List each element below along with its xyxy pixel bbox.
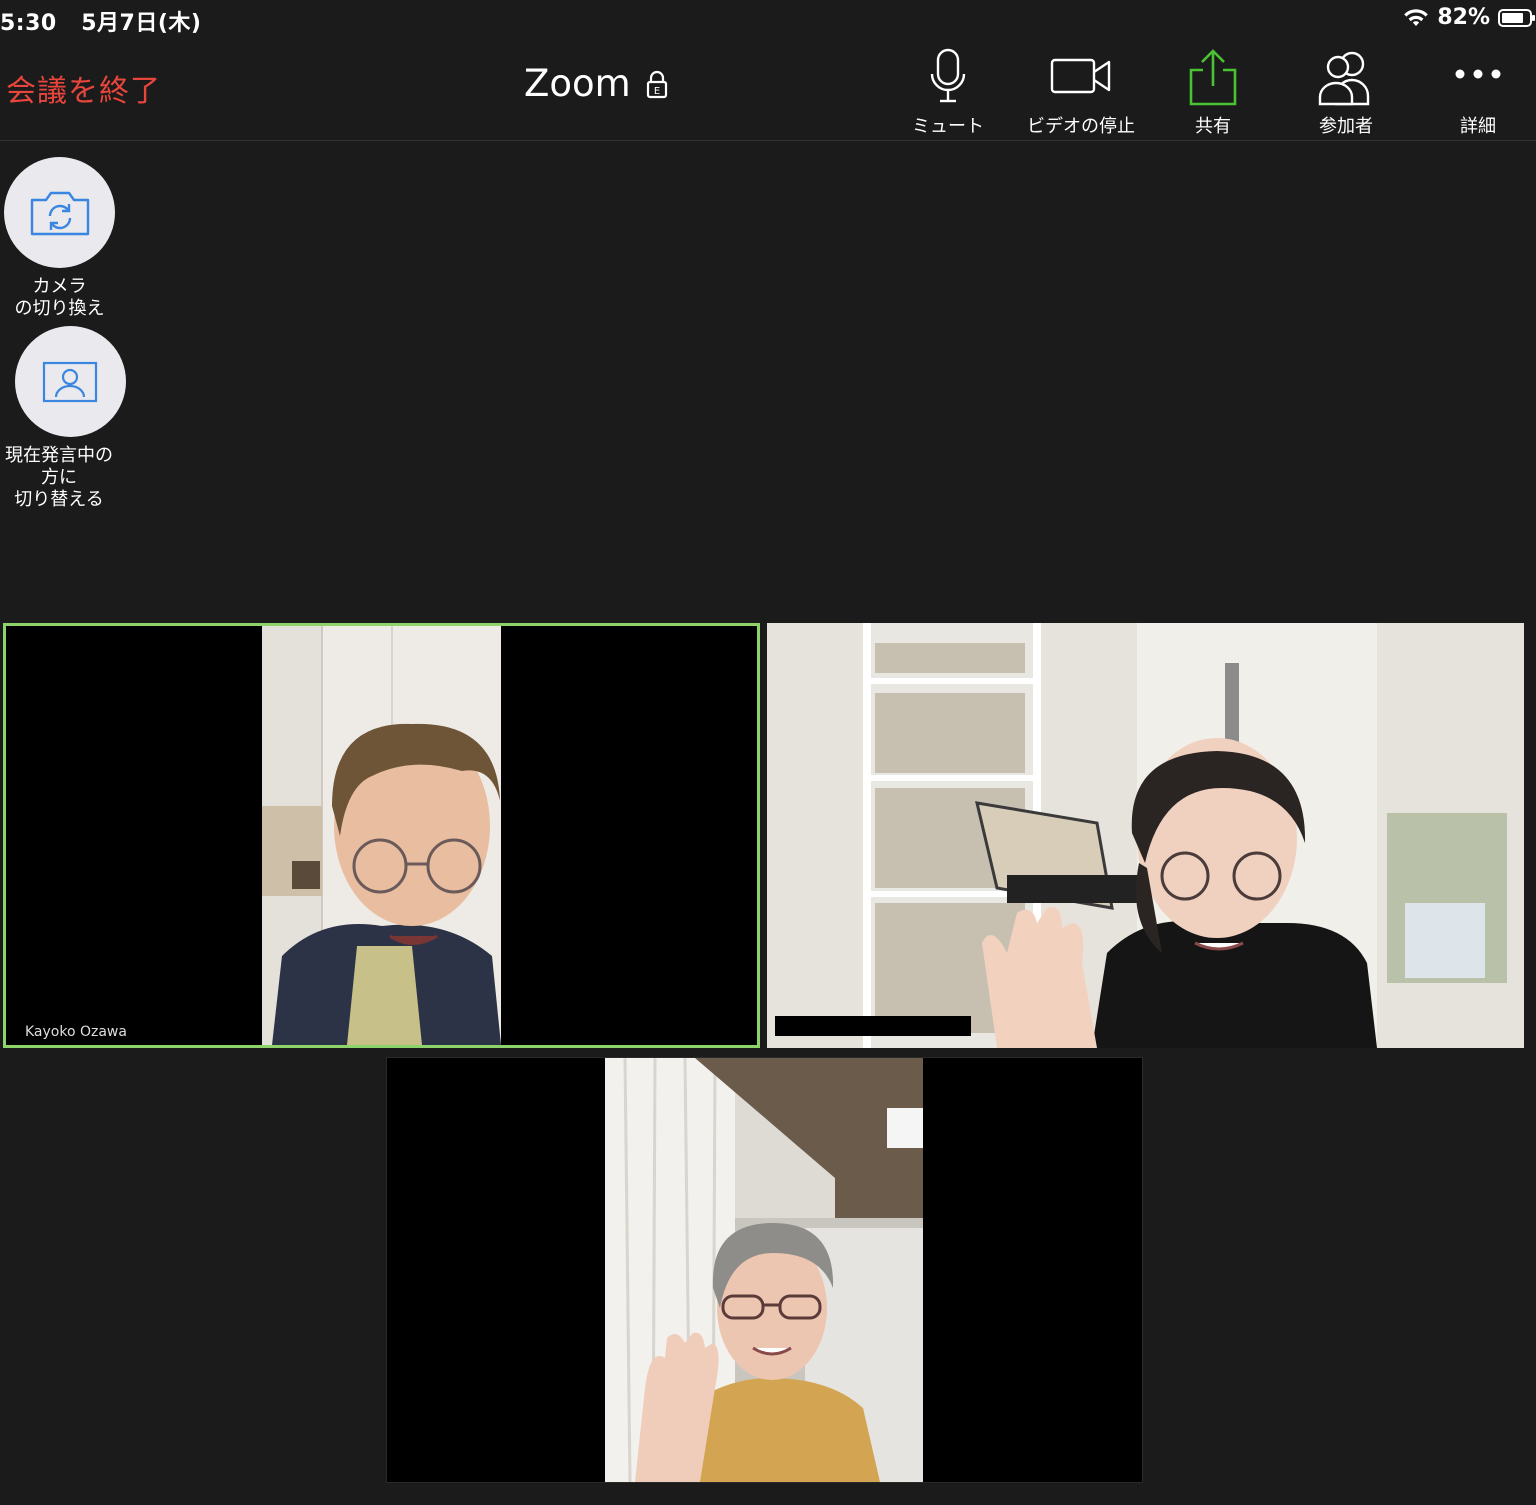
active-speaker-label: 現在発言中の 方に 切り替える [5,445,113,511]
battery-icon [1498,8,1535,27]
video-tile-1[interactable]: Kayoko Ozawa [3,623,760,1048]
status-time-date: 5:30 5月7日(木) [0,5,201,37]
status-indicators: 82% [1403,5,1535,30]
more-button[interactable]: 詳細 [1403,48,1536,138]
stop-video-label: ビデオの停止 [1027,116,1135,137]
microphone-icon [930,48,966,103]
status-date: 5月7日(木) [81,11,202,36]
switch-camera-label-line2: の切り換え [14,298,105,319]
more-label: 詳細 [1460,116,1496,137]
participants-label: 参加者 [1319,116,1373,137]
active-speaker-icon [42,361,98,402]
participant-video-3 [605,1058,923,1482]
participant-2-illustration [767,623,1524,1048]
active-speaker-label-line3: 切り替える [14,489,104,510]
switch-camera-label-line1: カメラ [32,276,87,297]
video-camera-icon [1050,58,1111,94]
status-time: 5:30 [0,11,57,36]
share-button[interactable]: 共有 [1138,48,1288,138]
active-speaker-circle [14,326,126,437]
share-icon [1189,49,1237,106]
status-bar: 5:30 5月7日(木) 82% [0,0,1536,40]
switch-camera-icon [30,191,89,235]
participant-3-illustration [605,1058,923,1482]
more-dots-icon [1455,69,1501,79]
end-meeting-button[interactable]: 会議を終了 [6,66,161,110]
participants-button[interactable]: 参加者 [1271,48,1421,138]
svg-text:E: E [654,86,660,97]
switch-camera-circle [4,157,115,268]
participant-1-illustration [262,626,501,1045]
video-tile-2[interactable] [767,623,1524,1048]
active-speaker-button[interactable]: 現在発言中の 方に 切り替える [0,326,126,511]
battery-fill [1502,12,1523,23]
wifi-icon [1404,8,1429,26]
meeting-title: Zoom [524,62,631,105]
share-label: 共有 [1195,116,1231,137]
meeting-title-group: Zoom E [524,62,669,105]
active-speaker-label-line2: 方に [41,467,77,488]
mute-button[interactable]: ミュート [873,48,1023,138]
participants-icon [1318,51,1370,106]
mute-label: ミュート [912,116,984,137]
stop-video-button[interactable]: ビデオの停止 [1006,48,1156,138]
battery-percent: 82% [1437,5,1490,30]
switch-camera-label: カメラ の切り換え [15,276,105,320]
participant-name-2-redacted [775,1016,971,1036]
switch-camera-button[interactable]: カメラ の切り換え [4,157,115,320]
participant-video-2 [767,623,1524,1048]
active-speaker-label-line1: 現在発言中の [5,445,113,466]
participant-name-1: Kayoko Ozawa [25,1024,127,1040]
lock-icon[interactable]: E [645,69,669,99]
participant-video-1 [262,626,501,1045]
video-tile-3[interactable] [386,1057,1143,1483]
meeting-toolbar: 会議を終了 Zoom E ミュート ビデオの停止 共有 参加者 詳細 [0,40,1536,141]
